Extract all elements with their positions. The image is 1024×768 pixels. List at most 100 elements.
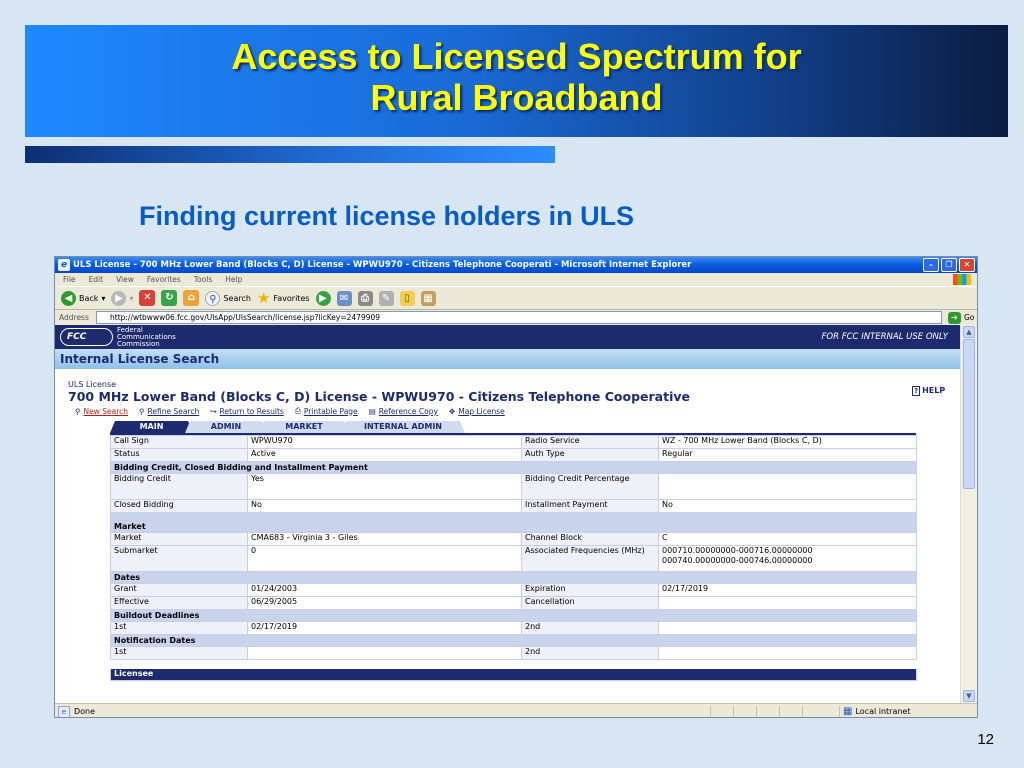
new-search-link[interactable]: New Search bbox=[84, 407, 129, 416]
windows-logo-icon bbox=[953, 274, 971, 285]
refresh-icon[interactable]: ↻ bbox=[161, 290, 178, 306]
printable-page-link[interactable]: Printable Page bbox=[304, 407, 358, 416]
tab-internal-admin[interactable]: INTERNAL ADMIN bbox=[341, 421, 465, 433]
window-titlebar: e ULS License - 700 MHz Lower Band (Bloc… bbox=[55, 257, 977, 273]
back-label: Back bbox=[79, 293, 99, 303]
window-title: ULS License - 700 MHz Lower Band (Blocks… bbox=[73, 260, 692, 270]
restore-button[interactable]: ❐ bbox=[941, 258, 957, 272]
scroll-up-icon[interactable]: ▲ bbox=[963, 326, 975, 338]
refine-search-action[interactable]: ⚲ Refine Search bbox=[139, 406, 199, 416]
table-row: Market CMA683 - Virginia 3 - Giles Chann… bbox=[110, 532, 917, 546]
section-header-row: Buildout Deadlines bbox=[110, 609, 917, 622]
table-row: Call Sign WPWU970 Radio Service WZ - 700… bbox=[110, 435, 917, 449]
forward-button[interactable]: ▶ ▾ bbox=[111, 290, 133, 306]
table-row: 1st 02/17/2019 2nd bbox=[110, 621, 917, 635]
effective-value: 06/29/2005 bbox=[247, 596, 522, 610]
table-row: Grant 01/24/2003 Expiration 02/17/2019 bbox=[110, 583, 917, 597]
status-value: Active bbox=[247, 448, 522, 462]
reference-copy-action[interactable]: ▤ Reference Copy bbox=[369, 406, 438, 416]
reference-copy-link[interactable]: Reference Copy bbox=[379, 407, 438, 416]
section-header-row: Dates bbox=[110, 571, 917, 584]
printer-icon: ⎙ bbox=[294, 406, 301, 415]
tab-market[interactable]: MARKET bbox=[259, 421, 349, 433]
call-sign-label: Call Sign bbox=[110, 435, 248, 449]
forward-arrow-icon: ▶ bbox=[111, 290, 127, 306]
internet-explorer-icon: e bbox=[58, 259, 70, 271]
help-link[interactable]: ? HELP bbox=[912, 386, 945, 396]
return-to-results-link[interactable]: Return to Results bbox=[220, 407, 284, 416]
auth-type-value: Regular bbox=[658, 448, 917, 462]
fcc-name-line3: Commission bbox=[117, 340, 160, 348]
research-icon[interactable]: ▦ bbox=[420, 290, 436, 306]
frequency-range-1: 000710.00000000-000716.00000000 bbox=[662, 546, 813, 555]
section-title-bar: Internal License Search bbox=[55, 349, 962, 369]
address-label: Address bbox=[59, 313, 89, 322]
table-row: Bidding Credit Yes Bidding Credit Percen… bbox=[110, 473, 917, 500]
address-input[interactable] bbox=[96, 311, 942, 324]
edit-icon[interactable]: ✎ bbox=[378, 290, 394, 306]
mail-icon[interactable]: ✉ bbox=[336, 290, 352, 306]
new-search-action[interactable]: ⚲ New Search bbox=[75, 406, 128, 416]
search-button[interactable]: ⚲ Search bbox=[205, 290, 251, 306]
stop-icon[interactable]: ✕ bbox=[139, 290, 156, 306]
menu-edit[interactable]: Edit bbox=[89, 273, 104, 286]
table-row: 1st 2nd bbox=[110, 646, 917, 660]
media-icon[interactable]: ▶ bbox=[315, 290, 331, 306]
forward-dropdown-icon[interactable]: ▾ bbox=[129, 294, 133, 303]
slide-title: Access to Licensed Spectrum for Rural Br… bbox=[25, 36, 1008, 118]
license-details-table: Call Sign WPWU970 Radio Service WZ - 700… bbox=[110, 435, 917, 681]
map-license-link[interactable]: Map License bbox=[458, 407, 505, 416]
slide-title-line1: Access to Licensed Spectrum for bbox=[231, 36, 802, 77]
menu-view[interactable]: View bbox=[116, 273, 134, 286]
notification-2nd-label: 2nd bbox=[521, 646, 659, 660]
back-button[interactable]: ◀ Back ▾ bbox=[61, 290, 105, 306]
buildout-2nd-value bbox=[658, 621, 917, 635]
call-sign-value: WPWU970 bbox=[247, 435, 522, 449]
vertical-scrollbar[interactable]: ▲ ▼ bbox=[960, 325, 977, 703]
cancellation-value bbox=[658, 596, 917, 610]
scroll-thumb[interactable] bbox=[963, 339, 975, 489]
tab-main[interactable]: MAIN bbox=[110, 421, 193, 433]
fcc-header: FCC Federal Communications Commission FO… bbox=[55, 325, 962, 349]
market-label: Market bbox=[110, 532, 248, 546]
back-dropdown-icon[interactable]: ▾ bbox=[101, 294, 105, 303]
status-divider bbox=[756, 706, 757, 717]
internal-use-notice: FOR FCC INTERNAL USE ONLY bbox=[821, 332, 948, 342]
printable-page-action[interactable]: ⎙ Printable Page bbox=[295, 406, 358, 416]
status-text: Done bbox=[74, 707, 96, 716]
radio-service-value: WZ - 700 MHz Lower Band (Blocks C, D) bbox=[658, 435, 917, 449]
menu-file[interactable]: File bbox=[63, 273, 76, 286]
fcc-logo[interactable]: FCC bbox=[60, 328, 113, 346]
channel-block-label: Channel Block bbox=[521, 532, 659, 546]
page-number: 12 bbox=[977, 731, 994, 748]
refine-search-link[interactable]: Refine Search bbox=[148, 407, 200, 416]
menu-tools[interactable]: Tools bbox=[194, 273, 212, 286]
close-button[interactable]: ✕ bbox=[959, 258, 975, 272]
magnifier-icon: ⚲ bbox=[75, 406, 81, 416]
favorites-button[interactable]: ★ Favorites bbox=[257, 290, 310, 306]
scroll-down-icon[interactable]: ▼ bbox=[963, 690, 975, 702]
home-icon[interactable]: ⌂ bbox=[183, 290, 200, 306]
minimize-button[interactable]: – bbox=[923, 258, 939, 272]
bidding-credit-value: Yes bbox=[247, 473, 522, 500]
print-icon[interactable]: ⎙ bbox=[357, 290, 373, 306]
slide-accent-bar bbox=[25, 146, 555, 163]
menu-favorites[interactable]: Favorites bbox=[147, 273, 181, 286]
map-license-action[interactable]: ✥ Map License bbox=[449, 406, 505, 416]
buildout-section-header: Buildout Deadlines bbox=[110, 609, 917, 622]
return-to-results-action[interactable]: ↪ Return to Results bbox=[210, 406, 284, 416]
spacer-cell bbox=[110, 659, 917, 669]
tab-admin[interactable]: ADMIN bbox=[185, 421, 267, 433]
back-arrow-icon: ◀ bbox=[61, 290, 76, 306]
discuss-icon[interactable]: ▯ bbox=[399, 290, 415, 306]
local-intranet-icon: ▦ bbox=[843, 706, 853, 717]
go-label: Go bbox=[964, 313, 975, 322]
section-header-row: Bidding Credit, Closed Bidding and Insta… bbox=[110, 461, 917, 474]
go-button[interactable]: ➜ Go bbox=[948, 311, 975, 324]
status-bar: e Done ▦ Local intranet bbox=[55, 703, 977, 717]
status-divider bbox=[710, 706, 711, 717]
status-divider bbox=[733, 706, 734, 717]
bidding-section-header: Bidding Credit, Closed Bidding and Insta… bbox=[110, 461, 917, 474]
menu-help[interactable]: Help bbox=[225, 273, 242, 286]
notification-2nd-value bbox=[658, 646, 917, 660]
